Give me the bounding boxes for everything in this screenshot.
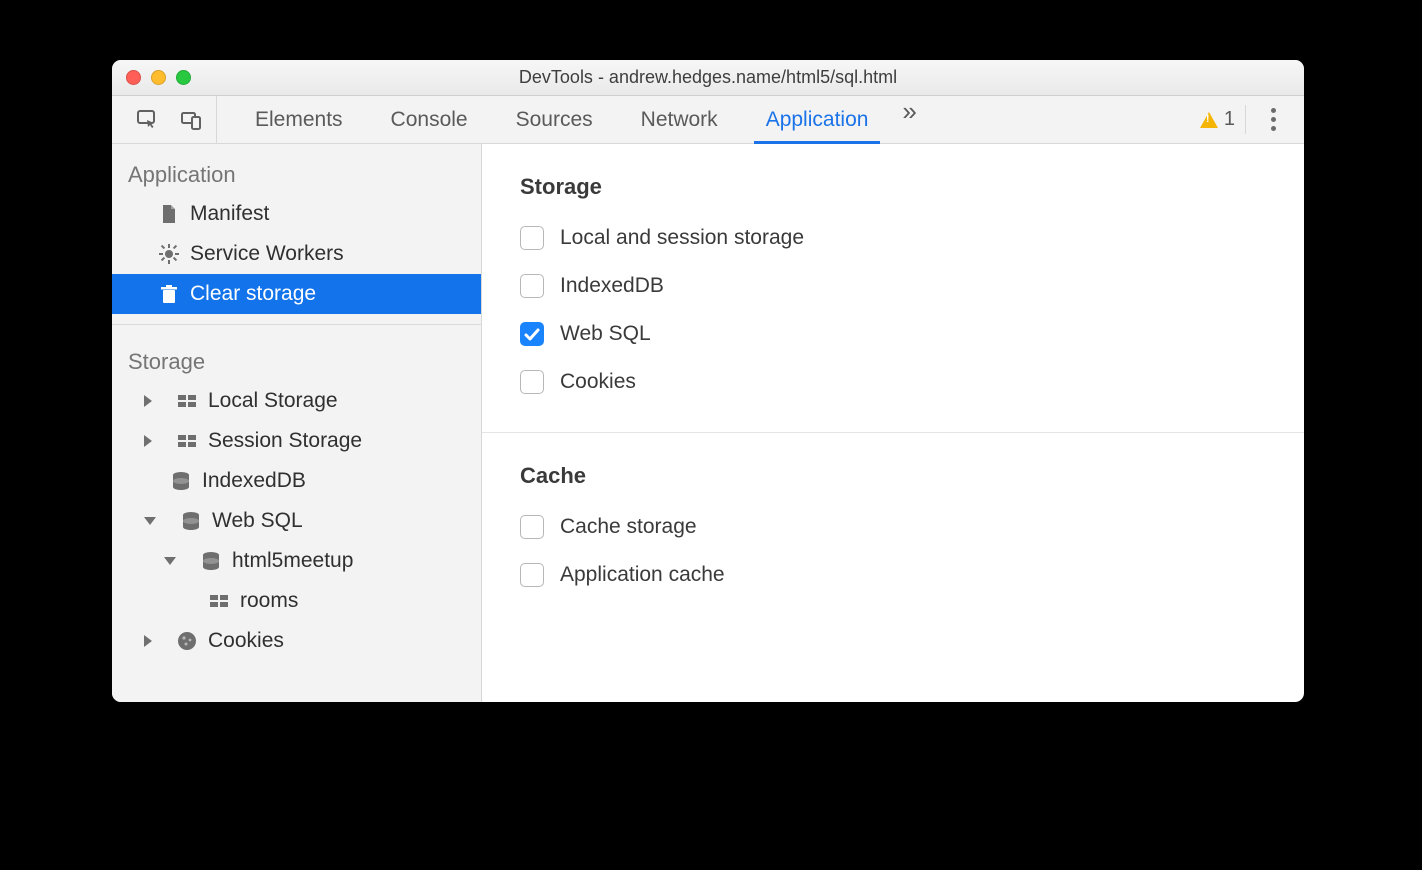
warnings-badge[interactable]: 1 <box>1190 105 1246 133</box>
chevron-down-icon <box>144 517 156 525</box>
sidebar-section-title: Application <box>112 156 481 194</box>
sidebar-item-label: Cookies <box>208 629 284 653</box>
warning-count: 1 <box>1224 108 1235 131</box>
grid-icon <box>176 430 198 452</box>
checkbox-row-cookies[interactable]: Cookies <box>482 358 1304 406</box>
sidebar-item-websql-db[interactable]: html5meetup <box>112 541 481 581</box>
checkbox-label: Web SQL <box>560 322 651 346</box>
checkbox-row-local-session[interactable]: Local and session storage <box>482 214 1304 262</box>
tab-sources[interactable]: Sources <box>492 96 617 143</box>
devtools-tabbar: Elements Console Sources Network Applica… <box>112 96 1304 144</box>
tab-label: Sources <box>516 108 593 132</box>
grid-icon <box>208 590 230 612</box>
sidebar-item-label: Session Storage <box>208 429 362 453</box>
sidebar-item-label: Service Workers <box>190 242 344 266</box>
application-sidebar: Application Manifest Service Workers Cle… <box>112 144 482 702</box>
checkbox-label: IndexedDB <box>560 274 664 298</box>
checkbox[interactable] <box>520 274 544 298</box>
sidebar-item-clear-storage[interactable]: Clear storage <box>112 274 481 314</box>
database-icon <box>180 510 202 532</box>
cookie-icon <box>176 630 198 652</box>
chevron-right-icon <box>144 635 152 647</box>
window-title: DevTools - andrew.hedges.name/html5/sql.… <box>112 67 1304 88</box>
panel-tabs: Elements Console Sources Network Applica… <box>217 96 921 143</box>
sidebar-item-websql[interactable]: Web SQL <box>112 501 481 541</box>
gear-icon <box>158 243 180 265</box>
checkbox-label: Cache storage <box>560 515 697 539</box>
sidebar-item-local-storage[interactable]: Local Storage <box>112 381 481 421</box>
checkbox[interactable] <box>520 370 544 394</box>
sidebar-divider <box>112 324 481 325</box>
close-window-button[interactable] <box>126 70 141 85</box>
checkbox-label: Local and session storage <box>560 226 804 250</box>
file-icon <box>158 203 180 225</box>
zoom-window-button[interactable] <box>176 70 191 85</box>
sidebar-item-label: Clear storage <box>190 282 316 306</box>
tab-console[interactable]: Console <box>367 96 492 143</box>
sidebar-item-label: IndexedDB <box>202 469 306 493</box>
sidebar-item-label: html5meetup <box>232 549 353 573</box>
settings-menu-button[interactable] <box>1260 108 1286 131</box>
sidebar-item-label: Manifest <box>190 202 269 226</box>
sidebar-item-label: Local Storage <box>208 389 338 413</box>
section-title: Cache <box>482 463 1304 503</box>
trash-icon <box>158 283 180 305</box>
clear-storage-panel: Storage Local and session storage Indexe… <box>482 144 1304 702</box>
sidebar-item-session-storage[interactable]: Session Storage <box>112 421 481 461</box>
tab-network[interactable]: Network <box>617 96 742 143</box>
chevron-down-icon <box>164 557 176 565</box>
toggle-device-toolbar-button[interactable] <box>176 105 206 135</box>
sidebar-item-websql-table[interactable]: rooms <box>112 581 481 621</box>
tab-label: Elements <box>255 108 343 132</box>
sidebar-section-title: Storage <box>112 343 481 381</box>
checkbox[interactable] <box>520 515 544 539</box>
tab-label: Application <box>766 108 869 132</box>
titlebar: DevTools - andrew.hedges.name/html5/sql.… <box>112 60 1304 96</box>
sidebar-item-label: rooms <box>240 589 298 613</box>
tab-label: Console <box>391 108 468 132</box>
checkbox-label: Application cache <box>560 563 725 587</box>
sidebar-item-indexeddb[interactable]: IndexedDB <box>112 461 481 501</box>
checkbox[interactable] <box>520 226 544 250</box>
checkbox-row-websql[interactable]: Web SQL <box>482 310 1304 358</box>
chevron-right-icon <box>144 435 152 447</box>
chevron-right-icon <box>144 395 152 407</box>
more-tabs-button[interactable] <box>892 96 920 143</box>
checkbox-row-indexeddb[interactable]: IndexedDB <box>482 262 1304 310</box>
section-title: Storage <box>482 174 1304 214</box>
tab-label: Network <box>641 108 718 132</box>
database-icon <box>170 470 192 492</box>
tab-application[interactable]: Application <box>742 96 893 143</box>
window-controls <box>126 70 191 85</box>
checkbox-row-cache-storage[interactable]: Cache storage <box>482 503 1304 551</box>
tab-elements[interactable]: Elements <box>231 96 367 143</box>
devtools-window: DevTools - andrew.hedges.name/html5/sql.… <box>112 60 1304 702</box>
checkbox-row-application-cache[interactable]: Application cache <box>482 551 1304 599</box>
sidebar-item-manifest[interactable]: Manifest <box>112 194 481 234</box>
checkbox[interactable] <box>520 322 544 346</box>
sidebar-item-service-workers[interactable]: Service Workers <box>112 234 481 274</box>
warning-icon <box>1200 112 1218 128</box>
minimize-window-button[interactable] <box>151 70 166 85</box>
database-icon <box>200 550 222 572</box>
checkbox[interactable] <box>520 563 544 587</box>
checkbox-label: Cookies <box>560 370 636 394</box>
sidebar-item-label: Web SQL <box>212 509 303 533</box>
grid-icon <box>176 390 198 412</box>
sidebar-item-cookies[interactable]: Cookies <box>112 621 481 661</box>
inspect-element-button[interactable] <box>132 105 162 135</box>
